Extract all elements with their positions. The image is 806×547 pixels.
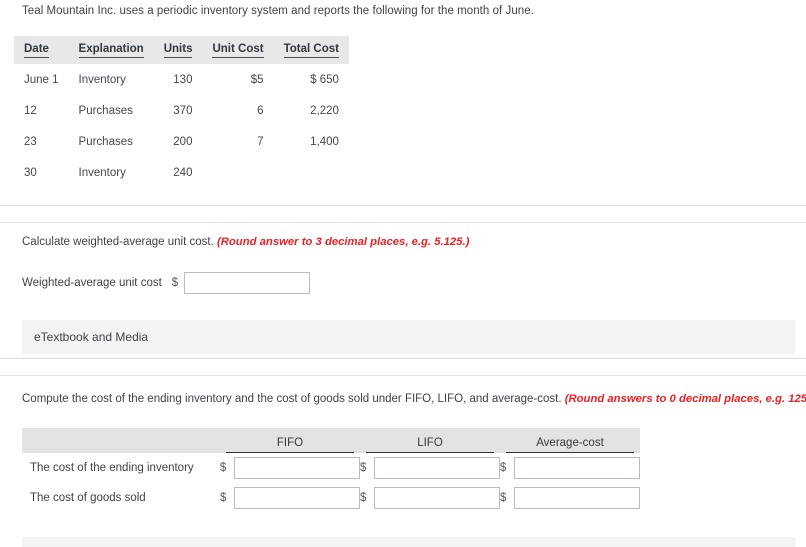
ending-inventory-average-cost-input[interactable] (514, 457, 640, 479)
cost-row-label-cell: The cost of the ending inventory (22, 453, 220, 483)
inventory-table: Date Explanation Units Unit Cost Total C… (14, 36, 349, 188)
cell-units: 240 (173, 167, 193, 179)
currency-symbol: $ (500, 492, 507, 504)
cost-cell-lifo: $ (360, 483, 500, 513)
question-2-hint: (Round answers to 0 decimal places, e.g.… (564, 393, 806, 405)
weighted-average-input[interactable] (184, 272, 311, 294)
cogs-fifo-input[interactable] (234, 487, 360, 509)
cell-unit-cost (202, 157, 273, 188)
cell-date: 12 (24, 105, 37, 117)
inventory-header-units-label: Units (163, 43, 193, 58)
cost-row-label-cell: The cost of goods sold (22, 483, 220, 513)
table-row: 30 Inventory 240 (14, 157, 349, 188)
table-row: 23 Purchases 200 7 1,400 (14, 126, 349, 157)
cost-cell-average: $ (500, 453, 640, 483)
cell-date: 30 (24, 167, 37, 179)
cost-table-header-row: FIFO LIFO Average-cost (22, 428, 640, 453)
table-row: The cost of the ending inventory $ $ $ (22, 453, 640, 483)
inventory-header-unit-cost-label: Unit Cost (212, 43, 264, 58)
cell-units: 370 (173, 105, 193, 117)
weighted-average-row: Weighted-average unit cost $ (22, 272, 311, 294)
section-divider-2 (0, 375, 806, 376)
cost-cell-fifo: $ (220, 483, 360, 513)
table-row: June 1 Inventory 130 $5 $ 650 (14, 64, 349, 95)
currency-symbol: $ (360, 492, 367, 504)
cell-date: June 1 (24, 74, 59, 86)
cost-header-average-cost: Average-cost (500, 428, 640, 453)
cell-explanation: Purchases (78, 105, 133, 117)
cost-row-label: The cost of goods sold (30, 492, 146, 504)
inventory-header-date: Date (14, 36, 69, 64)
cell-total-cost: $ 650 (310, 74, 339, 86)
cost-cell-lifo: $ (360, 453, 500, 483)
inventory-header-explanation: Explanation (69, 36, 154, 64)
cell-units: 130 (173, 74, 193, 86)
question-1-text: Calculate weighted-average unit cost. (22, 236, 214, 248)
cell-explanation: Inventory (78, 74, 126, 86)
cell-units: 200 (173, 136, 193, 148)
inventory-header-total-cost: Total Cost (274, 36, 349, 64)
ending-inventory-lifo-input[interactable] (374, 457, 500, 479)
cogs-average-cost-input[interactable] (514, 487, 640, 509)
cell-total-cost (274, 157, 349, 188)
cost-table: FIFO LIFO Average-cost The cost of the e… (22, 428, 640, 513)
table-row: The cost of goods sold $ $ $ (22, 483, 640, 513)
cost-header-fifo-label: FIFO (226, 437, 354, 453)
cell-explanation: Purchases (78, 136, 133, 148)
cell-total-cost: 2,220 (310, 105, 339, 117)
question-1-prompt: Calculate weighted-average unit cost. (R… (22, 236, 469, 248)
question-2-prompt: Compute the cost of the ending inventory… (22, 393, 806, 405)
section-divider-top (0, 205, 806, 206)
ending-inventory-fifo-input[interactable] (234, 457, 360, 479)
cell-unit-cost: $5 (250, 74, 264, 86)
currency-symbol: $ (171, 277, 179, 289)
cost-header-fifo: FIFO (220, 428, 360, 453)
inventory-header-unit-cost: Unit Cost (202, 36, 273, 64)
section-divider (0, 222, 806, 223)
etextbook-and-media-label: eTextbook and Media (34, 330, 149, 344)
inventory-header-units: Units (154, 36, 203, 64)
cell-explanation: Inventory (78, 167, 126, 179)
cost-header-average-cost-label: Average-cost (506, 437, 634, 453)
cost-header-lifo: LIFO (360, 428, 500, 453)
cell-total-cost: 1,400 (310, 136, 339, 148)
cost-header-lifo-label: LIFO (366, 437, 494, 453)
inventory-table-header-row: Date Explanation Units Unit Cost Total C… (14, 36, 349, 64)
assignment-page: Teal Mountain Inc. uses a periodic inven… (0, 0, 806, 547)
weighted-average-label: Weighted-average unit cost (22, 277, 162, 289)
currency-symbol: $ (220, 462, 227, 474)
etextbook-and-media-bar[interactable]: eTextbook and Media (22, 320, 795, 354)
question-2-text: Compute the cost of the ending inventory… (22, 393, 562, 405)
bottom-section-bar[interactable] (22, 537, 795, 547)
section-divider-2-top (0, 358, 806, 359)
table-row: 12 Purchases 370 6 2,220 (14, 95, 349, 126)
cost-cell-average: $ (500, 483, 640, 513)
currency-symbol: $ (220, 492, 227, 504)
currency-symbol: $ (500, 462, 507, 474)
inventory-header-date-label: Date (24, 43, 49, 58)
inventory-header-explanation-label: Explanation (78, 43, 144, 58)
inventory-header-total-cost-label: Total Cost (283, 43, 339, 58)
intro-text: Teal Mountain Inc. uses a periodic inven… (22, 5, 534, 17)
cost-header-blank (22, 428, 220, 453)
cell-date: 23 (24, 136, 37, 148)
cogs-lifo-input[interactable] (374, 487, 500, 509)
cost-cell-fifo: $ (220, 453, 360, 483)
cell-unit-cost: 6 (257, 105, 264, 117)
currency-symbol: $ (360, 462, 367, 474)
cell-unit-cost: 7 (257, 136, 264, 148)
question-1-hint: (Round answer to 3 decimal places, e.g. … (216, 236, 470, 248)
cost-row-label: The cost of the ending inventory (30, 462, 194, 474)
